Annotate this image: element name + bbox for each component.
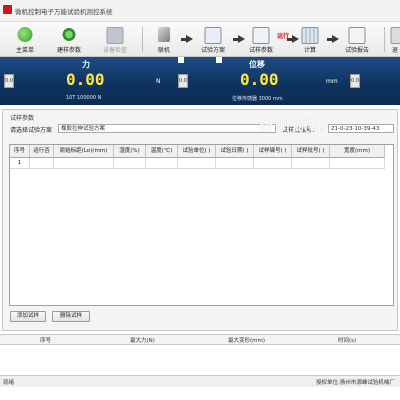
panel-title: 试样参数 (10, 115, 35, 122)
table-cell[interactable] (254, 158, 292, 169)
table-header-cell[interactable]: 序号 (10, 145, 30, 158)
force-unit: N (156, 78, 161, 85)
table-header-cell[interactable]: 温度(℃) (146, 145, 178, 158)
displacement-sensor: 位移传感器 3000 mm (232, 96, 283, 102)
table-cell[interactable] (330, 158, 385, 169)
results-col-max-force: 最大力(N) (130, 338, 155, 344)
main-menu-button[interactable]: 主菜单 (10, 25, 40, 55)
toolbar-separator (384, 27, 385, 52)
test-params-button[interactable]: 试样参数 (246, 25, 276, 55)
table-header-cell[interactable]: 运行否 (30, 145, 54, 158)
table-cell[interactable] (30, 158, 54, 169)
device-check-button[interactable]: 设备检查 (98, 25, 132, 55)
meter-panel: 0.0 力 0.00 N 10T 100000 N 0.0 位移 0.00 mm… (0, 57, 400, 105)
flow-arrow-icon (327, 35, 339, 43)
results-col-index: 序号 (40, 338, 52, 344)
displacement-zero-button[interactable]: 0.0 (350, 74, 360, 88)
test-scheme-button[interactable]: 试验方案 (196, 25, 230, 55)
report-icon (348, 27, 366, 44)
force-zero-button[interactable]: 0.0 (4, 74, 14, 88)
displacement-label: 位移 (249, 60, 265, 69)
title-bar: 微机控制电子万能试验机测控系统 (0, 0, 400, 22)
table-cell[interactable] (292, 158, 330, 169)
app-logo-icon (3, 5, 12, 14)
flow-arrow-icon (181, 35, 193, 43)
add-sample-button[interactable]: 添加试样 (10, 311, 46, 322)
gear-icon (61, 27, 77, 42)
table-cell[interactable] (216, 158, 254, 169)
watermark: 扬州源峰 (258, 116, 327, 134)
home-icon (17, 27, 33, 42)
delete-sample-button[interactable]: 删除试样 (52, 311, 90, 322)
exit-button[interactable]: 退 (389, 25, 400, 55)
meter-corner (216, 57, 222, 63)
flow-arrow-icon (233, 35, 245, 43)
connect-button[interactable]: 联机 (150, 25, 178, 55)
table-header-cell[interactable]: 湿度(%) (114, 145, 146, 158)
results-col-max-deform: 最大变形(mm) (228, 338, 266, 344)
results-header: 序号 最大力(N) 最大变形(mm) 时间(s) (0, 335, 400, 345)
calculate-button[interactable]: 计算 (296, 25, 324, 55)
table-cell[interactable] (146, 158, 178, 169)
params-doc-icon (252, 27, 270, 44)
force-sensor: 10T 100000 N (66, 95, 102, 101)
status-text: 就绪 (3, 380, 15, 386)
results-col-time: 时间(s) (338, 338, 357, 344)
table-header-cell[interactable]: 原始标距(Lo)(mm) (54, 145, 114, 158)
status-license: 授权单位:扬州市源峰试验机械厂 (316, 380, 395, 386)
toolbar: 主菜单 建样参数 设备检查 联机 试验方案 试样参数 运行 计算 试验报告 退 (0, 22, 400, 57)
exit-icon (390, 27, 400, 44)
scheme-select[interactable]: 橡胶拉伸试验方案 (58, 124, 276, 133)
table-cell[interactable] (54, 158, 114, 169)
table-header-cell[interactable]: 宽度(mm) (330, 145, 385, 158)
calculator-icon (301, 27, 319, 44)
displacement-value: 0.00 (240, 70, 279, 89)
scheme-doc-icon (204, 27, 222, 44)
displacement-unit: mm (326, 78, 338, 85)
table-header-cell[interactable]: 试验日期( ) (216, 145, 254, 158)
table-cell[interactable] (114, 158, 146, 169)
sample-no-input[interactable]: 21-0-23-10-39-43 (328, 124, 394, 133)
results-panel: 序号 最大力(N) 最大变形(mm) 时间(s) (0, 334, 400, 374)
test-report-button[interactable]: 试验报告 (340, 25, 374, 55)
plug-icon (158, 27, 170, 42)
table-header-cell[interactable]: 试样编号( ) (254, 145, 292, 158)
table-header-cell[interactable]: 试验单位( ) (178, 145, 216, 158)
table-row-index[interactable]: 1 (10, 158, 30, 169)
scheme-label: 请选择试验方案 (10, 127, 53, 134)
table-cell[interactable] (178, 158, 216, 169)
device-icon (106, 27, 124, 44)
toolbar-separator (142, 27, 143, 52)
sample-table[interactable]: 序号 运行否 原始标距(Lo)(mm) 湿度(%) 温度(℃) 试验单位( ) 试验日期( … (9, 144, 394, 306)
force-value: 0.00 (66, 70, 105, 89)
table-header-cell[interactable]: 试样批号( ) (292, 145, 330, 158)
window-title: 微机控制电子万能试验机测控系统 (15, 8, 113, 16)
force-label: 力 (82, 60, 90, 69)
status-bar: 就绪 授权单位:扬州市源峰试验机械厂 (0, 375, 400, 387)
force-clear-button[interactable]: 0.0 (178, 74, 188, 88)
sample-params-button[interactable]: 建样参数 (52, 25, 86, 55)
meter-corner (178, 57, 184, 63)
